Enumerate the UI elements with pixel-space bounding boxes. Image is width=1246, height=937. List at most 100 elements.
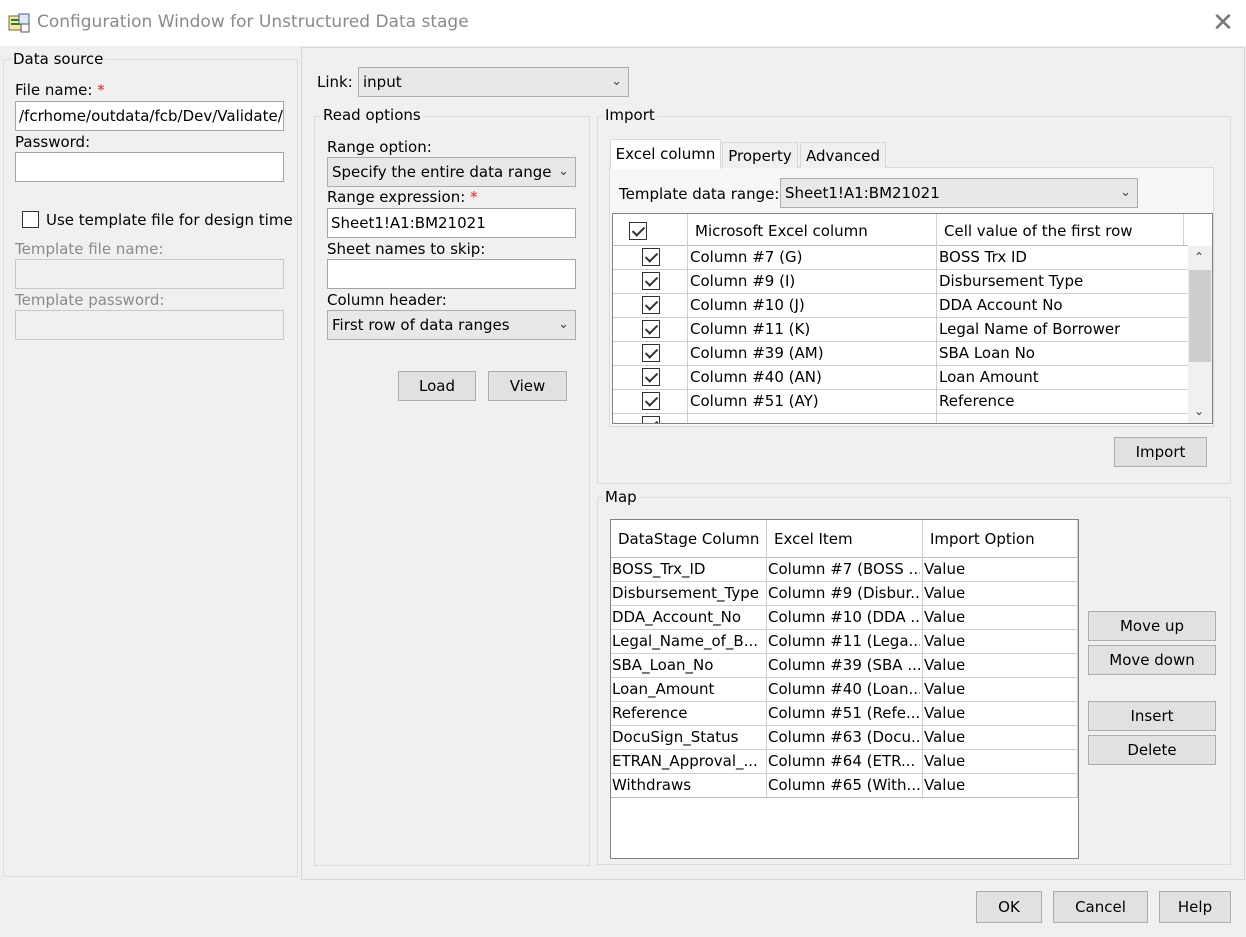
insert-button[interactable]: Insert — [1088, 701, 1216, 731]
help-button[interactable]: Help — [1159, 891, 1231, 923]
import-excel-cell: Column #11 (K) — [690, 320, 811, 338]
chevron-down-icon: ⌄ — [558, 164, 569, 179]
table-row[interactable]: Disbursement_Type Column #9 (Disbur... V… — [611, 582, 1078, 606]
template-password-label: Template password: — [15, 291, 165, 309]
map-excel-cell: Column #39 (SBA ... — [768, 656, 920, 674]
scroll-thumb[interactable] — [1189, 270, 1211, 362]
range-option-label: Range option: — [327, 138, 432, 156]
load-button[interactable]: Load — [398, 371, 476, 401]
table-row[interactable]: BOSS_Trx_ID Column #7 (BOSS ... Value — [611, 558, 1078, 582]
use-template-checkbox[interactable] — [22, 211, 39, 228]
row-checkbox[interactable] — [642, 272, 660, 290]
delete-button[interactable]: Delete — [1088, 735, 1216, 765]
row-checkbox[interactable] — [642, 344, 660, 362]
map-ds-cell: SBA_Loan_No — [612, 656, 714, 674]
template-file-input[interactable] — [15, 259, 284, 289]
data-source-title: Data source — [11, 50, 106, 68]
map-excel-cell: Column #40 (Loan... — [768, 680, 920, 698]
cancel-button[interactable]: Cancel — [1053, 891, 1148, 923]
import-button[interactable]: Import — [1114, 437, 1207, 467]
map-excel-cell: Column #11 (Lega... — [768, 632, 920, 650]
table-row[interactable]: Column #11 (K) Legal Name of Borrower — [613, 318, 1188, 342]
import-excel-cell: Column #39 (AM) — [690, 344, 824, 362]
map-ds-cell: Legal_Name_of_B... — [612, 632, 759, 650]
map-option-cell: Value — [924, 752, 966, 770]
import-excel-cell: Column #40 (AN) — [690, 368, 822, 386]
map-option-cell: Value — [924, 584, 966, 602]
map-excel-cell: Column #51 (Refe... — [768, 704, 920, 722]
template-password-input[interactable] — [15, 310, 284, 340]
sheet-names-input[interactable] — [327, 259, 576, 289]
range-expression-input[interactable]: Sheet1!A1:BM21021 — [327, 208, 576, 238]
row-checkbox[interactable] — [642, 296, 660, 314]
view-button[interactable]: View — [488, 371, 567, 401]
tab-advanced[interactable]: Advanced — [800, 142, 886, 168]
template-range-select[interactable]: Sheet1!A1:BM21021 ⌄ — [780, 178, 1138, 208]
import-value-cell: SBA Loan No — [939, 344, 1035, 362]
row-checkbox[interactable] — [642, 416, 660, 423]
import-value-cell: DDA Account No — [939, 296, 1063, 314]
app-icon — [8, 13, 30, 33]
table-row[interactable]: DocuSign_Status Column #63 (Docu... Valu… — [611, 726, 1078, 750]
map-option-cell: Value — [924, 560, 966, 578]
map-header-excel-item[interactable]: Excel Item — [774, 528, 853, 551]
import-value-cell: Legal Name of Borrower — [939, 320, 1121, 338]
table-row-partial — [613, 414, 1188, 423]
table-row[interactable]: Column #9 (I) Disbursement Type — [613, 270, 1188, 294]
import-header-cell-value[interactable]: Cell value of the first row — [944, 220, 1133, 243]
table-row[interactable]: Loan_Amount Column #40 (Loan... Value — [611, 678, 1078, 702]
link-select-value: input — [363, 73, 402, 91]
column-header-select[interactable]: First row of data ranges ⌄ — [327, 310, 576, 340]
chevron-down-icon: ⌄ — [558, 317, 569, 332]
use-template-label: Use template file for design time — [46, 211, 293, 229]
move-down-button[interactable]: Move down — [1088, 645, 1216, 675]
table-row[interactable]: Withdraws Column #65 (With... Value — [611, 774, 1078, 798]
import-value-cell: Disbursement Type — [939, 272, 1084, 290]
table-row[interactable]: Reference Column #51 (Refe... Value — [611, 702, 1078, 726]
file-name-label: File name: * — [15, 81, 105, 99]
close-icon[interactable]: ✕ — [1208, 8, 1238, 38]
password-input[interactable] — [15, 152, 284, 182]
map-option-cell: Value — [924, 656, 966, 674]
range-option-value: Specify the entire data range — [332, 163, 552, 181]
link-select[interactable]: input ⌄ — [358, 67, 629, 97]
map-ds-cell: Disbursement_Type — [612, 584, 759, 602]
range-option-select[interactable]: Specify the entire data range ⌄ — [327, 157, 576, 187]
map-header-import-option[interactable]: Import Option — [930, 528, 1035, 551]
tab-property[interactable]: Property — [722, 142, 798, 168]
table-row[interactable]: Column #39 (AM) SBA Loan No — [613, 342, 1188, 366]
table-row[interactable]: DDA_Account_No Column #10 (DDA ... Value — [611, 606, 1078, 630]
select-all-checkbox[interactable] — [629, 222, 647, 240]
required-mark: * — [470, 188, 478, 206]
row-checkbox[interactable] — [642, 320, 660, 338]
sheet-names-label: Sheet names to skip: — [327, 240, 486, 258]
map-option-cell: Value — [924, 704, 966, 722]
table-row[interactable]: Column #51 (AY) Reference — [613, 390, 1188, 414]
map-grid: DataStage Column Excel Item Import Optio… — [610, 519, 1079, 859]
scroll-up-icon[interactable]: ⌃ — [1194, 250, 1204, 264]
tab-excel-column[interactable]: Excel column — [610, 139, 721, 169]
range-expression-label: Range expression: * — [327, 188, 478, 206]
map-excel-cell: Column #63 (Docu... — [768, 728, 920, 746]
ok-button[interactable]: OK — [976, 891, 1042, 923]
map-header-datastage-column[interactable]: DataStage Column — [618, 528, 759, 551]
import-grid-scrollbar[interactable]: ⌃ ⌄ — [1188, 246, 1212, 423]
row-checkbox[interactable] — [642, 368, 660, 386]
map-excel-cell: Column #9 (Disbur... — [768, 584, 920, 602]
move-up-button[interactable]: Move up — [1088, 611, 1216, 641]
map-ds-cell: Loan_Amount — [612, 680, 715, 698]
table-row[interactable]: Column #40 (AN) Loan Amount — [613, 366, 1188, 390]
chevron-down-icon: ⌄ — [611, 74, 622, 89]
table-row[interactable]: Column #10 (J) DDA Account No — [613, 294, 1188, 318]
file-name-input[interactable]: /fcrhome/outdata/fcb/Dev/Validate/ — [15, 101, 284, 131]
import-title: Import — [603, 106, 657, 124]
scroll-down-icon[interactable]: ⌄ — [1194, 404, 1204, 418]
table-row[interactable]: Legal_Name_of_B... Column #11 (Lega... V… — [611, 630, 1078, 654]
table-row[interactable]: ETRAN_Approval_... Column #64 (ETR... Va… — [611, 750, 1078, 774]
table-row[interactable]: SBA_Loan_No Column #39 (SBA ... Value — [611, 654, 1078, 678]
row-checkbox[interactable] — [642, 248, 660, 266]
import-header-excel-column[interactable]: Microsoft Excel column — [695, 220, 868, 243]
row-checkbox[interactable] — [642, 392, 660, 410]
table-row[interactable]: Column #7 (G) BOSS Trx ID — [613, 246, 1188, 270]
column-header-value: First row of data ranges — [332, 316, 510, 334]
